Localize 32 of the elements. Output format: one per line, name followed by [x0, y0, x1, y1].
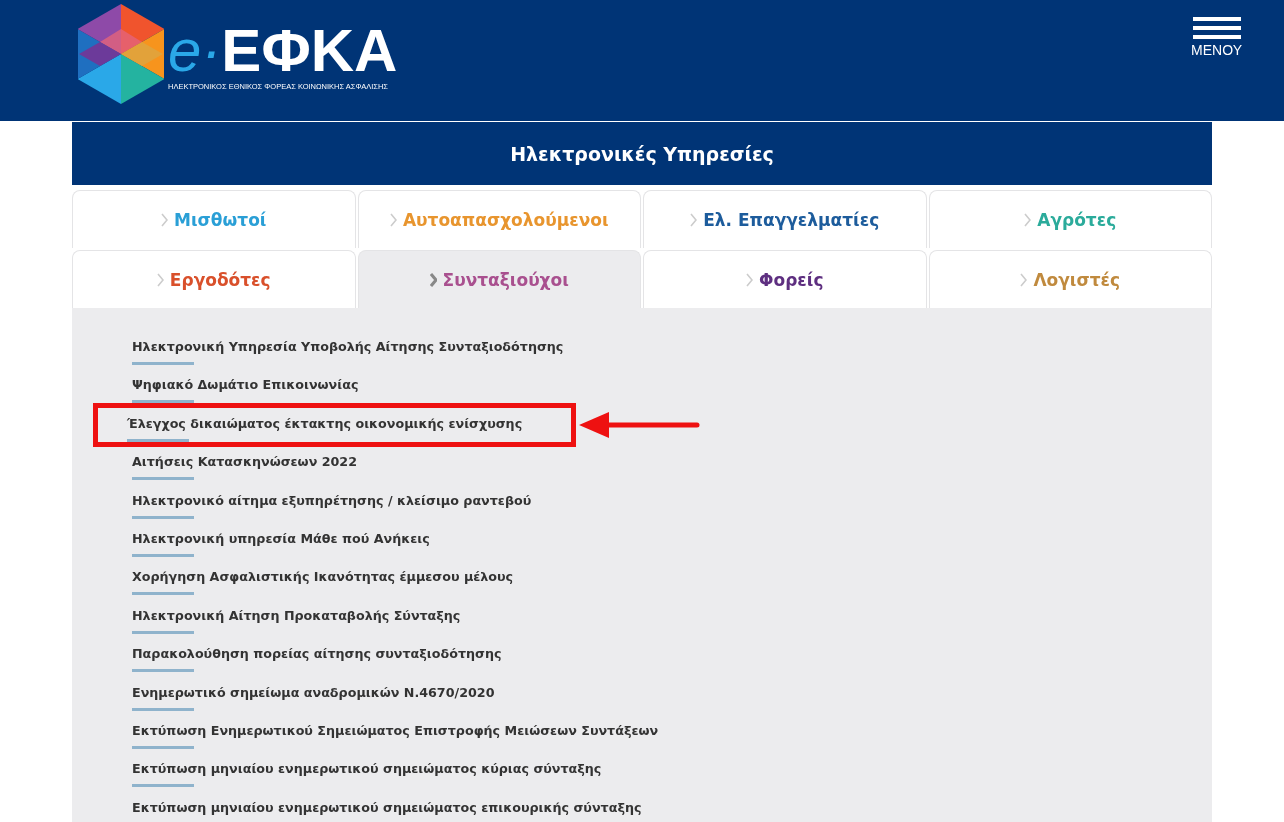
service-link[interactable]: Ψηφιακό Δωμάτιο Επικοινωνίας [132, 376, 359, 395]
service-link[interactable]: Ενημερωτικό σημείωμα αναδρομικών Ν.4670/2020 [132, 683, 495, 702]
service-link[interactable]: Εκτύπωση μηνιαίου ενημερωτικού σημειώματος κύριας σύνταξης [132, 760, 602, 779]
chevron-icon [389, 212, 397, 227]
chevron-icon [156, 272, 164, 287]
chevron-icon [746, 272, 753, 287]
service-link[interactable]: Αιτήσεις Κατασκηνώσεων 2022 [132, 453, 358, 472]
service-link[interactable]: Ηλεκτρονική Αίτηση Προκαταβολής Σύνταξης [132, 606, 461, 625]
service-link[interactable]: Ηλεκτρονική Υπηρεσία Υποβολής Αίτησης Συνταξιοδότησης [132, 338, 564, 356]
logo-prefix: e· [168, 17, 222, 84]
section-title: Ηλεκτρονικές Υπηρεσίες [72, 122, 1212, 185]
menu-icon [1192, 17, 1241, 39]
service-link[interactable]: Εκτύπωση μηνιαίου ενημερωτικού σημειώματος επικουρικής σύνταξης [132, 798, 642, 817]
service-link[interactable]: Παρακολούθηση πορείας αίτησης συνταξιοδότησης [132, 645, 502, 664]
category-tab[interactable]: Εργοδότες [72, 250, 356, 308]
service-link[interactable]: Έλεγχος δικαιώματος έκτακτης οικονομικής ενίσχυσης [127, 414, 523, 433]
service-link[interactable]: Χορήγηση Ασφαλιστικής Ικανότητας έμμεσου μέλους [132, 568, 514, 587]
service-link[interactable]: Ηλεκτρονικό αίτημα εξυπηρέτησης / κλείσιμο ραντεβού [132, 491, 532, 510]
service-link[interactable]: Εκτύπωση Ενημερωτικού Σημειώματος Επιστροφής Μειώσεων Συντάξεων [132, 721, 659, 740]
chevron-icon [690, 212, 698, 227]
menu-button[interactable]: ΜΕΝΟΥ [1191, 17, 1242, 58]
category-tab[interactable]: Συνταξιούχοι [357, 250, 641, 308]
chevron-icon [1020, 272, 1028, 287]
logo-icon [78, 4, 164, 104]
chevron-icon [161, 212, 169, 227]
chevron-icon [1024, 212, 1032, 227]
category-tab[interactable]: Ελ. Επαγγελματίες [643, 190, 927, 248]
service-link[interactable]: Ηλεκτρονική υπηρεσία Μάθε πού Ανήκεις [132, 529, 430, 548]
logo-name: ΕΦΚΑ [221, 17, 398, 84]
menu-label: ΜΕΝΟΥ [1191, 42, 1242, 58]
category-tab[interactable]: Φορείς [643, 250, 927, 308]
chevron-icon [429, 272, 437, 287]
